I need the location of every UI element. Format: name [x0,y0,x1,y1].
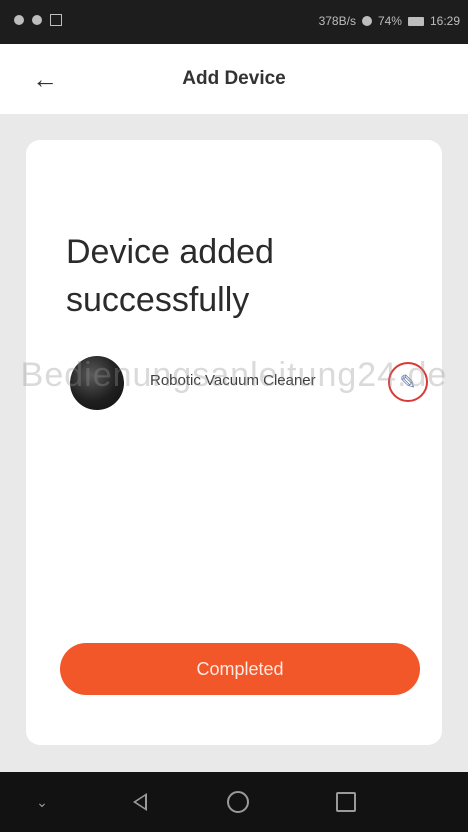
home-circle-icon[interactable] [222,786,254,818]
robot-vacuum-icon [70,356,124,410]
wifi-icon [361,16,372,26]
battery-icon [407,16,424,26]
completed-button[interactable]: Completed [60,643,420,695]
device-row: Robotic Vacuum Cleaner ✎ [70,352,428,412]
image-icon [50,14,62,26]
clock: 16:29 [429,14,460,28]
system-nav-bar: ⌄ [0,772,468,832]
pencil-icon: ✎ [399,371,417,394]
page-title: Add Device [182,68,286,89]
status-bar: 378B/s 74% 16:29 [0,0,468,44]
success-headline: Device added successfully [66,233,274,319]
notification-icon [14,15,24,25]
settings-icon [32,15,42,25]
back-triangle-icon[interactable] [124,786,156,818]
app-header: ← Add Device [0,44,468,114]
result-card: Device added successfully Robotic Vacuum… [26,140,442,745]
chevron-down-icon[interactable]: ⌄ [26,786,58,818]
device-name: Robotic Vacuum Cleaner [150,372,316,389]
status-right: 378B/s 74% 16:29 [319,14,460,28]
network-speed: 378B/s [318,14,356,28]
edit-device-name-button[interactable]: ✎ [388,362,428,402]
battery-percent: 74% [377,14,402,28]
recent-square-icon[interactable] [330,786,362,818]
status-left-icons [14,14,62,26]
